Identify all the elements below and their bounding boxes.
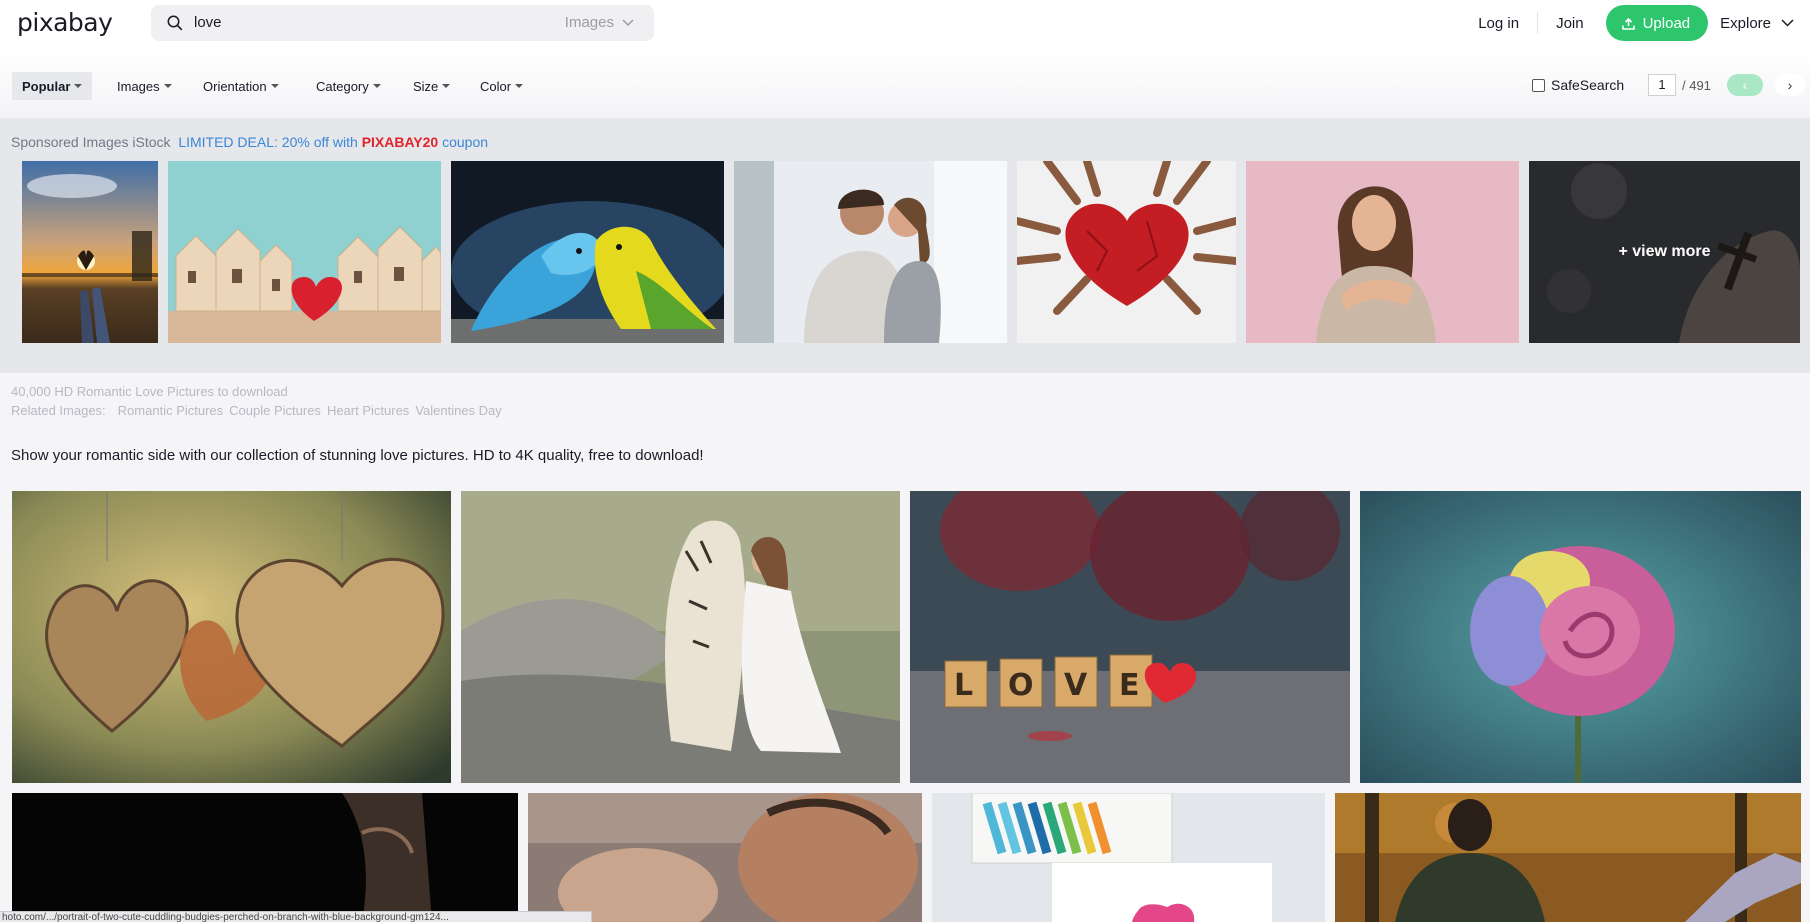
chevron-right-icon: › <box>1787 77 1793 93</box>
search-type-select[interactable]: Images <box>565 14 634 31</box>
filter-size[interactable]: Size <box>403 72 460 100</box>
related-link[interactable]: Couple Pictures <box>229 403 321 418</box>
filter-color[interactable]: Color <box>470 72 533 100</box>
filter-orientation[interactable]: Orientation <box>193 72 289 100</box>
related-link[interactable]: Valentines Day <box>415 403 501 418</box>
love-scrabble-image: LOVE <box>910 491 1350 783</box>
prev-page-button[interactable]: ‹ <box>1726 74 1763 96</box>
caret-down-icon <box>270 84 279 88</box>
sponsored-view-more[interactable]: + view more <box>1529 161 1800 343</box>
related-label: Related Images: <box>11 403 106 418</box>
pagination: 1 / 491 ‹ › <box>1648 74 1805 96</box>
caret-down-icon <box>442 84 451 88</box>
upload-icon <box>1621 17 1635 30</box>
woman-hugging-self-image <box>1246 161 1519 343</box>
filter-images-label: Images <box>117 78 160 94</box>
page-input[interactable]: 1 <box>1648 74 1676 96</box>
caret-down-icon <box>515 84 524 88</box>
wooden-houses-heart-image <box>168 161 441 343</box>
result-image[interactable] <box>461 491 900 783</box>
result-image[interactable] <box>1360 491 1801 783</box>
chevron-down-icon <box>622 18 634 26</box>
svg-text:L: L <box>954 668 973 703</box>
pixabay-logo[interactable]: pixabay <box>17 8 113 37</box>
divider <box>1537 12 1539 34</box>
wooden-hearts-image <box>12 491 451 783</box>
page-total: / 491 <box>1682 77 1711 93</box>
filter-popular[interactable]: Popular <box>12 72 93 100</box>
browser-status-url: hoto.com/.../portrait-of-two-cute-cuddli… <box>0 911 592 922</box>
search-bar[interactable]: love Images <box>151 5 654 41</box>
results-count: 40,000 HD Romantic Love Pictures to down… <box>11 384 288 399</box>
search-input[interactable]: love <box>194 14 222 31</box>
deal-prefix: LIMITED DEAL: 20% off with <box>178 134 358 150</box>
next-page-button[interactable]: › <box>1774 74 1805 96</box>
pastels-heart-image <box>932 793 1325 922</box>
result-image[interactable] <box>932 793 1325 922</box>
deal-suffix: coupon <box>442 134 489 150</box>
sponsored-image[interactable] <box>168 161 441 343</box>
related-link[interactable]: Romantic Pictures <box>118 403 223 418</box>
safesearch-checkbox[interactable] <box>1532 78 1545 92</box>
filter-orientation-label: Orientation <box>203 78 267 94</box>
explore-label: Explore <box>1720 14 1771 32</box>
svg-text:O: O <box>1008 668 1034 703</box>
caret-down-icon <box>163 84 172 88</box>
top-header: pixabay love Images Log in Join Upload E… <box>0 0 1810 52</box>
sponsored-image[interactable] <box>451 161 724 343</box>
result-image[interactable] <box>12 793 518 922</box>
safesearch-label: SafeSearch <box>1551 77 1625 93</box>
tiger-woman-image <box>461 491 900 783</box>
filter-category-label: Category <box>316 78 369 94</box>
deal-code: PIXABAY20 <box>361 134 439 150</box>
login-link[interactable]: Log in <box>1478 15 1519 32</box>
header-nav: Log in Join Upload Explore <box>1478 5 1794 41</box>
father-baby-image <box>528 793 922 922</box>
caret-down-icon <box>372 84 381 88</box>
sponsored-image[interactable] <box>22 161 158 343</box>
sponsored-line: Sponsored Images iStock LIMITED DEAL: 20… <box>11 134 488 150</box>
page-description: Show your romantic side with our collect… <box>11 447 704 464</box>
sponsored-image[interactable] <box>1017 161 1236 343</box>
deal-link[interactable]: LIMITED DEAL: 20% off with PIXABAY20 cou… <box>178 134 488 150</box>
upload-label: Upload <box>1642 14 1691 32</box>
related-images: Related Images: Romantic Pictures Couple… <box>11 403 502 418</box>
budgies-image <box>451 161 724 343</box>
safesearch-toggle[interactable]: SafeSearch <box>1532 77 1624 93</box>
couple-image <box>734 161 1007 343</box>
caret-down-icon <box>74 84 83 88</box>
sponsored-label: Sponsored Images iStock <box>11 134 171 150</box>
filter-color-label: Color <box>480 78 512 94</box>
search-icon <box>167 15 183 31</box>
search-type-label: Images <box>564 14 614 31</box>
rose-image <box>1360 491 1801 783</box>
svg-text:V: V <box>1064 668 1088 703</box>
join-link[interactable]: Join <box>1556 15 1584 32</box>
sponsored-image[interactable] <box>734 161 1007 343</box>
filter-images[interactable]: Images <box>107 72 182 100</box>
sunset-heart-hands-image <box>22 161 158 343</box>
paper-heart-hands-image <box>1017 161 1236 343</box>
svg-text:E: E <box>1119 668 1140 703</box>
related-link[interactable]: Heart Pictures <box>327 403 409 418</box>
chevron-down-icon <box>1781 19 1794 27</box>
result-image[interactable] <box>12 491 451 783</box>
chevron-left-icon: ‹ <box>1742 77 1748 93</box>
result-image[interactable]: LOVE <box>910 491 1350 783</box>
filter-popular-label: Popular <box>22 78 71 94</box>
sponsored-image[interactable] <box>1246 161 1519 343</box>
dark-portrait-image <box>12 793 518 922</box>
filter-category[interactable]: Category <box>306 72 391 100</box>
explore-menu[interactable]: Explore <box>1720 15 1794 32</box>
upload-button[interactable]: Upload <box>1605 5 1709 41</box>
result-image[interactable] <box>528 793 922 922</box>
result-image[interactable] <box>1335 793 1801 922</box>
filter-size-label: Size <box>413 78 439 94</box>
man-autumn-image <box>1335 793 1801 922</box>
view-more-label: + view more <box>1618 243 1711 260</box>
